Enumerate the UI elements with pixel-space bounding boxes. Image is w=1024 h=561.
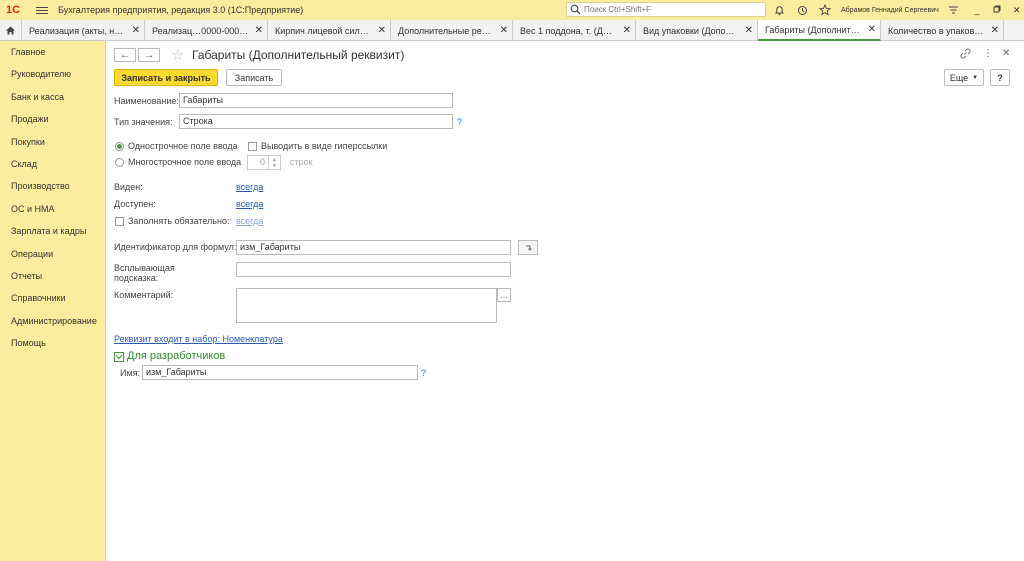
sidebar-item-help[interactable]: Помощь (0, 332, 105, 354)
favorites-icon[interactable] (818, 3, 832, 17)
link-icon[interactable] (960, 48, 971, 62)
tab-dimensions[interactable]: Габариты (Дополните… ✕ (758, 20, 881, 41)
tab-realization-list[interactable]: Реализация (акты, на… ✕ (22, 20, 145, 41)
dev-name-help-icon[interactable]: ? (421, 368, 426, 378)
dropdown-arrow-icon: ▼ (972, 74, 979, 81)
sidebar-item-payroll[interactable]: Зарплата и кадры (0, 220, 105, 242)
title-bar: 1С Бухгалтерия предприятия, редакция 3.0… (0, 0, 1024, 20)
tab-package-type[interactable]: Вид упаковки (Дополн… ✕ (636, 20, 758, 41)
lines-count-input[interactable]: 0 (247, 155, 269, 170)
attribute-set-link[interactable]: Реквизит входит в набор: Номенклатура (114, 334, 283, 344)
required-label: Заполнять обязательно: (128, 216, 230, 226)
single-line-label: Однострочное поле ввода (128, 141, 238, 151)
main-menu-icon[interactable] (36, 6, 48, 14)
available-link[interactable]: всегда (236, 199, 263, 209)
sidebar-item-purchases[interactable]: Покупки (0, 131, 105, 153)
required-checkbox[interactable] (115, 217, 124, 226)
sidebar-item-warehouse[interactable]: Склад (0, 153, 105, 175)
comment-textarea[interactable] (236, 288, 497, 323)
search-input[interactable] (584, 5, 754, 14)
minimize-icon[interactable]: _ (970, 5, 984, 15)
comment-open-button[interactable]: … (497, 288, 511, 302)
refresh-arrow-icon (525, 245, 532, 251)
page-title: Габариты (Дополнительный реквизит) (192, 48, 405, 62)
sidebar-item-administration[interactable]: Администрирование (0, 310, 105, 332)
restore-icon[interactable] (990, 5, 1004, 15)
tab-package-quantity[interactable]: Количество в упаковк… ✕ (881, 20, 1004, 41)
sidebar-item-fixed-assets[interactable]: ОС и НМА (0, 198, 105, 220)
more-button[interactable]: Еще ▼ (944, 69, 984, 86)
close-icon[interactable]: ✕ (868, 24, 876, 35)
history-icon[interactable] (795, 3, 809, 17)
tab-realization-doc[interactable]: Реализац…0000-000602 ✕ (145, 20, 268, 41)
close-icon[interactable]: ✕ (745, 25, 753, 36)
multi-line-radio[interactable] (115, 158, 124, 167)
dev-name-input[interactable]: изм_Габариты (142, 365, 418, 380)
close-icon[interactable]: ✕ (500, 25, 508, 36)
sidebar-item-main[interactable]: Главное (0, 41, 105, 63)
formula-id-input[interactable]: изм_Габариты (236, 240, 511, 255)
tab-pallet-weight[interactable]: Вес 1 поддона, т. (До… ✕ (513, 20, 636, 41)
help-button[interactable]: ? (990, 69, 1010, 86)
comment-label: Комментарий: (114, 290, 174, 300)
tab-brick[interactable]: Кирпич лицевой сили… ✕ (268, 20, 391, 41)
settings-menu-icon[interactable] (947, 3, 961, 17)
formula-id-label: Идентификатор для формул: (114, 242, 237, 252)
sidebar-item-operations[interactable]: Операции (0, 243, 105, 265)
favorite-star-icon[interactable]: ☆ (171, 46, 184, 64)
tooltip-label: Всплывающая подсказка: (114, 263, 175, 283)
visible-link[interactable]: всегда (236, 182, 263, 192)
back-arrow-icon[interactable]: ← (114, 48, 136, 62)
sidebar-item-reports[interactable]: Отчеты (0, 265, 105, 287)
bell-icon[interactable] (772, 3, 786, 17)
close-form-icon[interactable]: ✕ (1002, 48, 1010, 59)
tab-bar: Реализация (акты, на… ✕ Реализац…0000-000… (0, 20, 1024, 41)
navigation-buttons: ← → (114, 48, 160, 62)
app-logo: 1С (6, 4, 21, 16)
sections-panel: Главное Руководителю Банк и касса Продаж… (0, 41, 106, 561)
forward-arrow-icon[interactable]: → (138, 48, 160, 62)
single-line-radio[interactable] (115, 142, 124, 151)
save-button[interactable]: Записать (226, 69, 282, 86)
current-user[interactable]: Абрамов Геннадий Сергеевич (841, 7, 939, 14)
sidebar-item-bank[interactable]: Банк и касса (0, 86, 105, 108)
close-window-icon[interactable]: ✕ (1010, 5, 1024, 16)
tooltip-input[interactable] (236, 262, 511, 277)
tab-additional-attributes[interactable]: Дополнительные рекв… ✕ (391, 20, 513, 41)
save-and-close-button[interactable]: Записать и закрыть (114, 69, 218, 86)
close-icon[interactable]: ✕ (255, 25, 263, 36)
search-icon (570, 4, 582, 16)
hyperlink-label: Выводить в виде гиперссылки (261, 141, 388, 151)
close-icon[interactable]: ✕ (991, 25, 999, 36)
form-area: ← → ☆ Габариты (Дополнительный реквизит)… (106, 41, 1024, 561)
sidebar-item-sales[interactable]: Продажи (0, 108, 105, 130)
visible-label: Виден: (114, 182, 143, 192)
value-type-label: Тип значения: (114, 117, 173, 127)
hyperlink-checkbox[interactable] (248, 142, 257, 151)
sidebar-item-production[interactable]: Производство (0, 175, 105, 197)
close-icon[interactable]: ✕ (378, 25, 386, 36)
close-icon[interactable]: ✕ (623, 25, 631, 36)
sidebar-item-manager[interactable]: Руководителю (0, 63, 105, 85)
lines-unit-label: строк (290, 157, 313, 167)
home-icon (6, 26, 15, 35)
dev-name-label: Имя: (120, 368, 141, 378)
name-input[interactable]: Габариты (179, 93, 453, 108)
developers-group-title[interactable]: Для разработчиков (127, 350, 225, 362)
available-label: Доступен: (114, 199, 156, 209)
close-icon[interactable]: ✕ (132, 25, 140, 36)
regenerate-id-button[interactable] (518, 240, 538, 255)
more-vertical-icon[interactable]: ⋮ (983, 48, 993, 59)
value-type-help-icon[interactable]: ? (457, 117, 462, 127)
sidebar-item-catalogs[interactable]: Справочники (0, 287, 105, 309)
name-label: Наименование: (114, 96, 179, 106)
app-title: Бухгалтерия предприятия, редакция 3.0 (1… (58, 5, 304, 15)
lines-stepper[interactable]: ▲ ▼ (269, 155, 281, 170)
value-type-input[interactable]: Строка (179, 114, 453, 129)
home-tab[interactable] (0, 20, 22, 41)
multi-line-label: Многострочное поле ввода (128, 157, 242, 167)
global-search[interactable] (566, 2, 766, 17)
required-link[interactable]: всегда (236, 216, 263, 226)
collapse-chevron-icon[interactable] (114, 352, 124, 362)
